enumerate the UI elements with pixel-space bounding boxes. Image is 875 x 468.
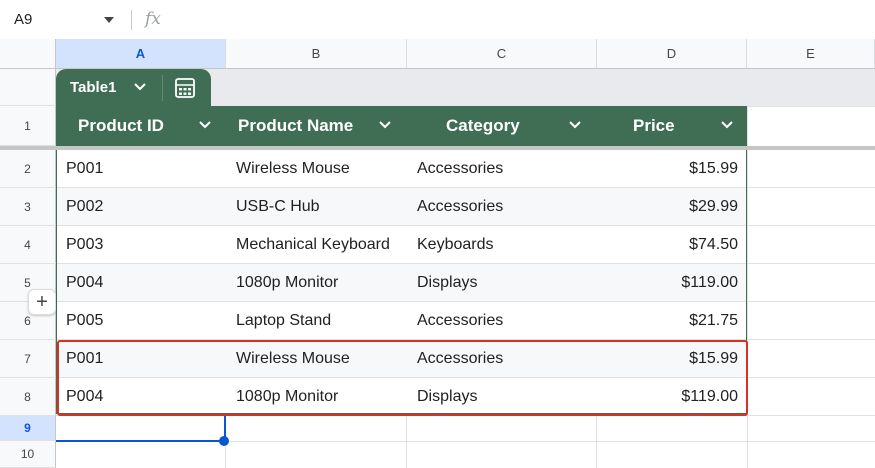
gridline (596, 415, 597, 468)
chevron-down-icon[interactable] (720, 120, 734, 130)
cell-price[interactable]: $29.99 (600, 198, 738, 216)
table-name[interactable]: Table1 (70, 79, 116, 96)
row-header-8[interactable]: 8 (0, 378, 56, 416)
name-box-dropdown-icon[interactable] (104, 17, 114, 23)
cell-category[interactable]: Keyboards (417, 236, 494, 254)
column-header-d[interactable]: D (597, 39, 747, 68)
selected-cell-border (56, 440, 225, 442)
column-header-a[interactable]: A (56, 39, 226, 68)
chevron-down-icon[interactable] (568, 120, 582, 130)
row-header-1[interactable]: 1 (0, 106, 56, 146)
fill-handle[interactable] (219, 436, 229, 446)
cell-category[interactable]: Displays (417, 274, 477, 292)
fx-icon: fx (145, 9, 161, 29)
column-header-c[interactable]: C (407, 39, 597, 68)
chevron-down-icon[interactable] (378, 120, 392, 130)
cell-product-id[interactable]: P003 (66, 236, 103, 254)
row-header-10[interactable]: 10 (0, 441, 56, 468)
row-header-spacer (0, 69, 56, 106)
name-box[interactable]: A9 (14, 11, 32, 28)
table-tab[interactable]: Table1 (56, 69, 211, 106)
table-header-row: Product ID Product Name Category Price (56, 106, 747, 146)
gridline (747, 106, 875, 107)
cell-product-id[interactable]: P002 (66, 198, 103, 216)
select-all-corner[interactable] (0, 39, 56, 68)
table-calculator-icon[interactable] (174, 77, 196, 99)
column-header-e[interactable]: E (747, 39, 875, 68)
cell-price[interactable]: $15.99 (600, 160, 738, 178)
cell-category[interactable]: Accessories (417, 312, 503, 330)
header-product-name[interactable]: Product Name (238, 106, 353, 146)
tab-separator (162, 75, 163, 101)
cell-product-name[interactable]: Mechanical Keyboard (236, 236, 390, 254)
cell-product-id[interactable]: P004 (66, 274, 103, 292)
chevron-down-icon[interactable] (133, 82, 147, 92)
row-header-7[interactable]: 7 (0, 340, 56, 378)
header-category[interactable]: Category (446, 106, 520, 146)
cell-category[interactable]: Accessories (417, 160, 503, 178)
cell-category[interactable]: Accessories (417, 198, 503, 216)
add-row-button[interactable]: + (28, 289, 56, 315)
duplicate-rows-highlight (57, 340, 748, 416)
column-header-b[interactable]: B (226, 39, 407, 68)
header-price[interactable]: Price (633, 106, 675, 146)
row-header-9[interactable]: 9 (0, 416, 56, 441)
cell-product-id[interactable]: P001 (66, 160, 103, 178)
formula-bar: A9 fx (0, 0, 875, 40)
cell-product-name[interactable]: Wireless Mouse (236, 160, 350, 178)
header-product-id[interactable]: Product ID (78, 106, 164, 146)
row-header-2[interactable]: 2 (0, 150, 56, 188)
cell-product-name[interactable]: 1080p Monitor (236, 274, 338, 292)
cell-price[interactable]: $74.50 (600, 236, 738, 254)
cell-price[interactable]: $21.75 (600, 312, 738, 330)
column-header-row: A B C D E (0, 39, 875, 69)
cell-product-name[interactable]: Laptop Stand (236, 312, 331, 330)
formula-bar-divider (131, 10, 132, 30)
row-header-4[interactable]: 4 (0, 226, 56, 264)
chevron-down-icon[interactable] (198, 120, 212, 130)
cell-product-id[interactable]: P005 (66, 312, 103, 330)
gridline (406, 415, 407, 468)
cell-product-name[interactable]: USB-C Hub (236, 198, 320, 216)
cell-price[interactable]: $119.00 (600, 274, 738, 292)
row-header-3[interactable]: 3 (0, 188, 56, 226)
